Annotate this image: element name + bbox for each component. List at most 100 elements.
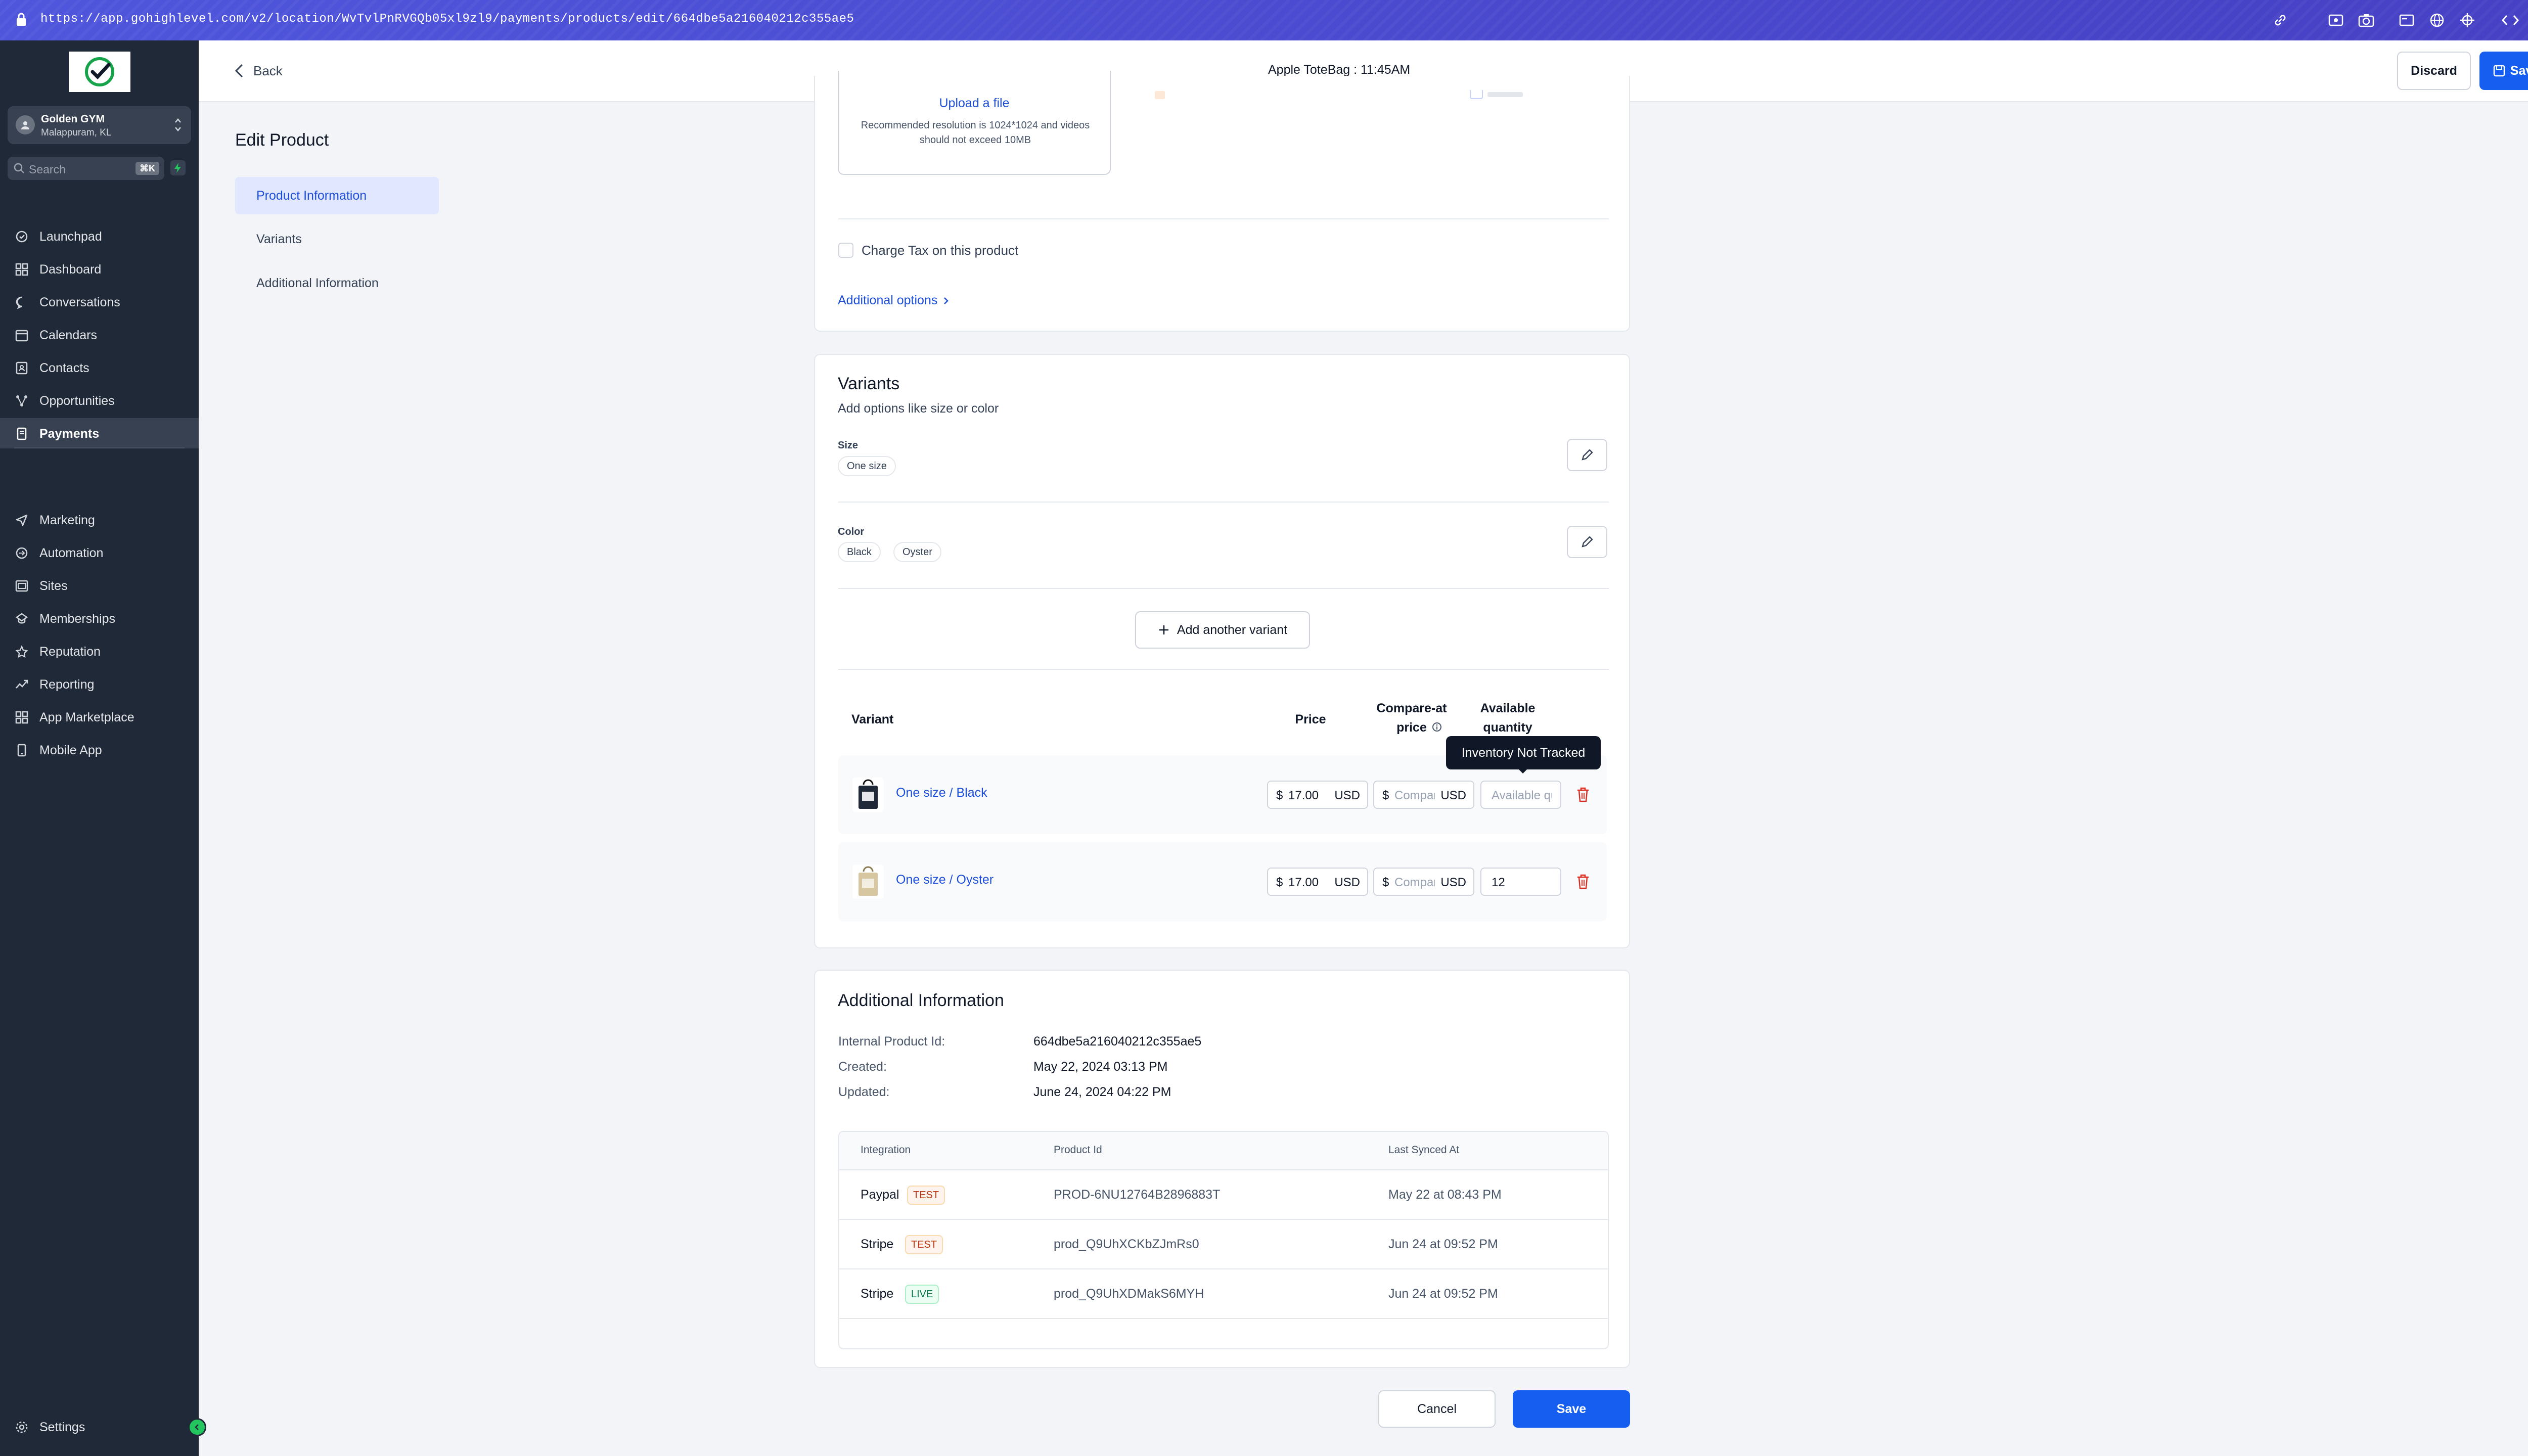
- sidebar-item-dashboard[interactable]: Dashboard: [0, 254, 199, 284]
- sidebar-item-launchpad[interactable]: Launchpad: [0, 221, 199, 251]
- sidebar-item-sites[interactable]: Sites: [0, 570, 199, 601]
- last-synced: Jun 24 at 09:52 PM: [1388, 1237, 1498, 1251]
- tab-label: Variants: [256, 232, 302, 246]
- table-row: Stripe LIVE prod_Q9UhXDMakS6MYH Jun 24 a…: [839, 1269, 1608, 1319]
- tab-label: Product Information: [256, 188, 367, 203]
- charge-tax-checkbox[interactable]: [838, 243, 853, 258]
- featured-label: [1487, 87, 1523, 97]
- search-shortcut: ⌘K: [136, 162, 159, 175]
- option-value-chip: Black: [838, 542, 881, 562]
- quantity-input[interactable]: 12: [1480, 868, 1561, 896]
- edit-size-button[interactable]: [1567, 439, 1607, 471]
- sidebar-divider: [14, 447, 185, 448]
- record-icon[interactable]: [2326, 10, 2346, 30]
- chevron-right-icon: [944, 297, 949, 304]
- sidebar-item-contacts[interactable]: Contacts: [0, 352, 199, 383]
- price-input[interactable]: $ 17.00 USD: [1267, 781, 1368, 809]
- discard-button[interactable]: Discard: [2397, 52, 2471, 90]
- save-button[interactable]: Save: [2479, 52, 2528, 90]
- divider: [838, 588, 1609, 589]
- upload-file-link[interactable]: Upload a file: [839, 96, 1110, 111]
- collapse-sidebar-icon[interactable]: [188, 1418, 206, 1436]
- quantity-placeholder: Available quantity: [1492, 789, 1552, 802]
- link-icon[interactable]: [2270, 10, 2290, 30]
- currency-symbol: $: [1382, 876, 1389, 889]
- launchpad-icon: [15, 230, 28, 243]
- option-value-chip: Oyster: [893, 542, 941, 562]
- send-icon: [15, 514, 28, 527]
- sidebar-item-settings[interactable]: Settings: [0, 1412, 199, 1442]
- additional-options-link[interactable]: Additional options: [838, 293, 950, 308]
- back-button[interactable]: Back: [234, 56, 283, 86]
- divider: [838, 502, 1609, 503]
- status-badge: LIVE: [905, 1285, 939, 1304]
- sidebar: Golden GYM Malappuram, KL Search ⌘K Laun…: [0, 40, 206, 1456]
- account-name: Golden GYM: [41, 113, 105, 125]
- variant-image[interactable]: [852, 778, 884, 812]
- back-label: Back: [253, 63, 283, 78]
- search-icon: [14, 163, 25, 174]
- account-switcher[interactable]: Golden GYM Malappuram, KL: [8, 106, 191, 144]
- chat-icon: [15, 296, 28, 309]
- status-badge: TEST: [905, 1235, 943, 1254]
- sidebar-item-payments[interactable]: Payments: [0, 418, 199, 448]
- currency-code: USD: [1440, 876, 1466, 889]
- globe-icon[interactable]: [2427, 10, 2447, 30]
- puzzle-icon[interactable]: [2525, 10, 2528, 30]
- crosshair-icon[interactable]: [2457, 10, 2477, 30]
- variant-image[interactable]: [852, 864, 884, 899]
- sidebar-item-label: Calendars: [39, 328, 97, 342]
- company-logo[interactable]: [69, 52, 130, 92]
- sidebar-item-marketing[interactable]: Marketing: [0, 505, 199, 535]
- sidebar-item-calendars[interactable]: Calendars: [0, 320, 199, 350]
- tab-additional-information[interactable]: Additional Information: [235, 264, 439, 302]
- sidebar-item-reporting[interactable]: Reporting: [0, 669, 199, 699]
- screen-icon[interactable]: [2397, 10, 2417, 30]
- cancel-button[interactable]: Cancel: [1378, 1390, 1496, 1428]
- tab-product-information[interactable]: Product Information: [235, 177, 439, 214]
- camera-icon[interactable]: [2356, 10, 2376, 30]
- trash-icon[interactable]: [1575, 786, 1591, 803]
- edit-color-button[interactable]: [1567, 526, 1607, 558]
- integration-product-id: prod_Q9UhXCKbZJmRs0: [1054, 1237, 1199, 1251]
- automation-icon: [15, 547, 28, 560]
- sidebar-item-reputation[interactable]: Reputation: [0, 636, 199, 666]
- price-value: 17.00: [1288, 876, 1319, 889]
- save-bottom-button[interactable]: Save: [1513, 1390, 1630, 1428]
- compare-price-input[interactable]: $ Compare-at price USD: [1373, 781, 1474, 809]
- column-header: Last Synced At: [1388, 1144, 1460, 1156]
- quick-action-icon[interactable]: [170, 160, 186, 175]
- price-value: 17.00: [1288, 789, 1319, 802]
- search-input[interactable]: Search ⌘K: [8, 157, 164, 180]
- sidebar-item-automation[interactable]: Automation: [0, 537, 199, 568]
- compare-price-input[interactable]: $ Compare-at price USD: [1373, 868, 1474, 896]
- price-input[interactable]: $ 17.00 USD: [1267, 868, 1368, 896]
- sidebar-item-mobile-app[interactable]: Mobile App: [0, 735, 199, 765]
- column-header-quantity: Available quantity: [1480, 701, 1536, 735]
- info-label: Created:: [838, 1060, 887, 1074]
- trash-icon[interactable]: [1575, 873, 1591, 890]
- info-icon[interactable]: [1432, 722, 1442, 732]
- url-text[interactable]: https://app.gohighlevel.com/v2/location/…: [40, 12, 854, 26]
- tooltip-arrow: [1517, 767, 1529, 774]
- add-variant-button[interactable]: Add another variant: [1135, 611, 1310, 649]
- charge-tax-label: Charge Tax on this product: [862, 243, 1019, 258]
- info-label: Updated:: [838, 1085, 890, 1099]
- upload-hint: Recommended resolution is 1024*1024 and …: [861, 120, 1090, 146]
- sidebar-item-app-marketplace[interactable]: App Marketplace: [0, 702, 199, 732]
- variants-subtitle: Add options like size or color: [838, 401, 999, 416]
- sidebar-item-memberships[interactable]: Memberships: [0, 603, 199, 633]
- gear-icon: [15, 1421, 28, 1434]
- sidebar-item-label: Reporting: [39, 677, 95, 692]
- sidebar-item-label: Opportunities: [39, 394, 115, 408]
- tab-variants[interactable]: Variants: [235, 220, 439, 258]
- quantity-input[interactable]: Available quantity: [1480, 781, 1561, 809]
- featured-checkbox-icon[interactable]: [1470, 90, 1483, 99]
- sidebar-item-opportunities[interactable]: Opportunities: [0, 385, 199, 416]
- media-upload-area[interactable]: Upload a file Recommended resolution is …: [838, 71, 1111, 175]
- sidebar-item-conversations[interactable]: Conversations: [0, 287, 199, 317]
- column-header-price: Price: [1295, 712, 1326, 726]
- variant-name-link[interactable]: One size / Oyster: [896, 873, 994, 887]
- variant-name-link[interactable]: One size / Black: [896, 786, 987, 800]
- code-icon[interactable]: [2500, 10, 2520, 30]
